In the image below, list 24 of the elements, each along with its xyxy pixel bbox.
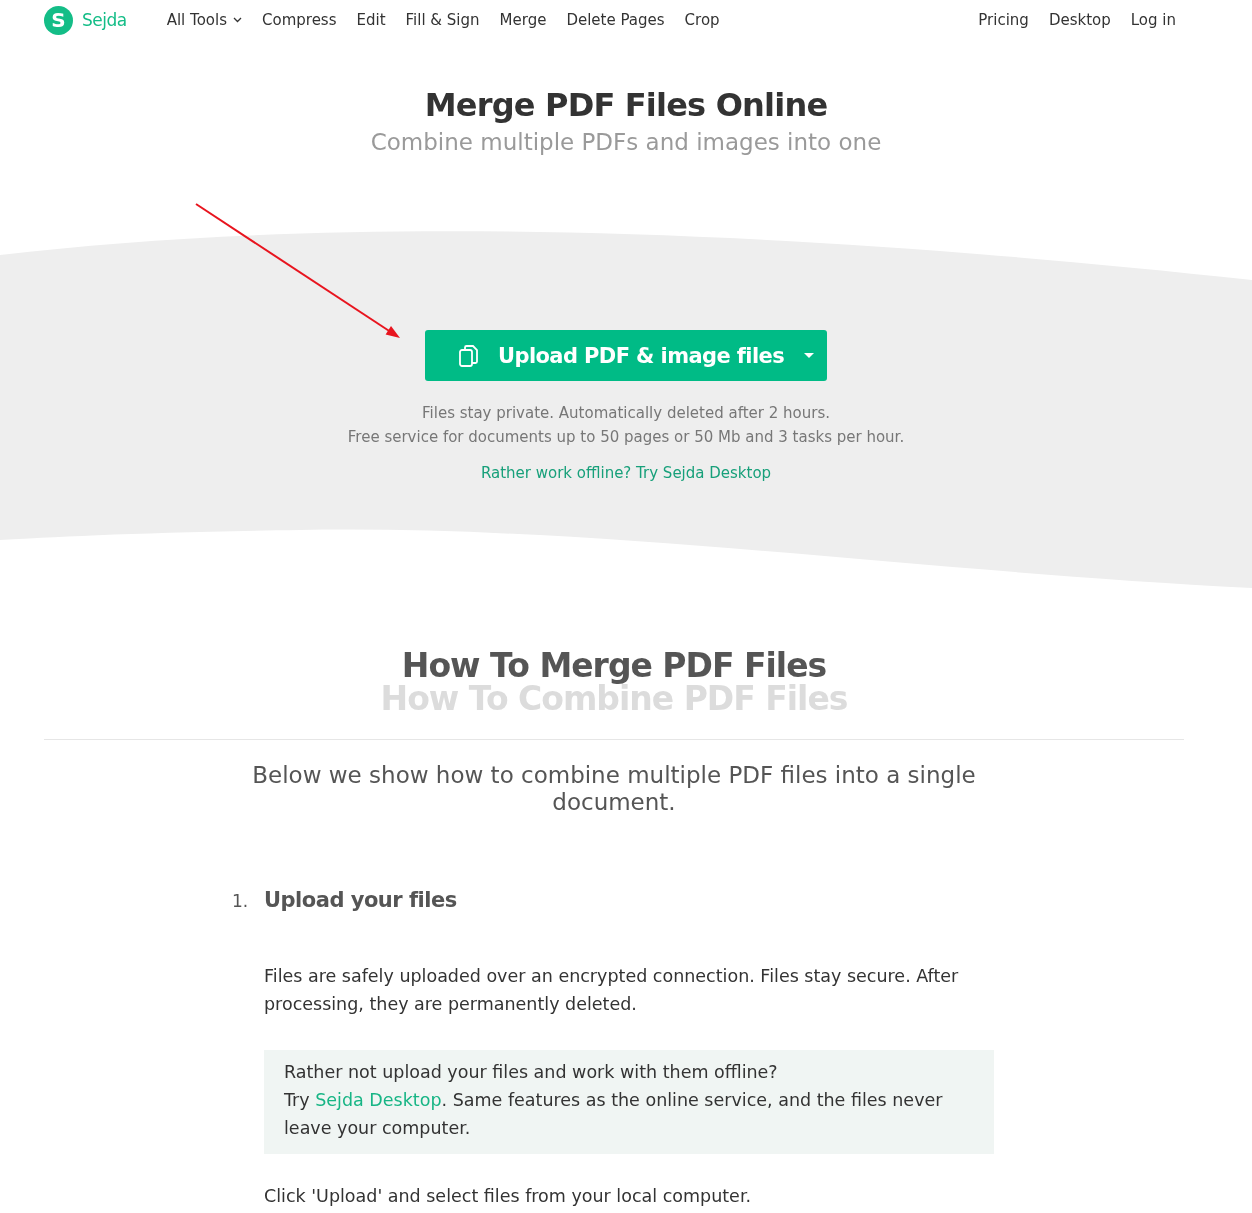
nav-link[interactable]: Pricing xyxy=(978,11,1029,29)
step-text: Files are safely uploaded over an encrypted connection. Files stay secure. After processing, they are permanently deleted. xyxy=(264,965,960,1016)
note-question: Rather not upload your files and work with them offline? xyxy=(284,1061,779,1084)
page-title: Merge PDF Files Online xyxy=(424,85,828,125)
copy-icon xyxy=(458,343,480,368)
nav-link[interactable]: Delete Pages xyxy=(566,11,665,29)
info-text: Free service for documents up to 50 pages or 50 Mb and 3 tasks per hour. xyxy=(347,427,905,448)
step-number: 1. xyxy=(232,891,250,911)
page-subtitle: Combine multiple PDFs and images into one xyxy=(370,128,882,157)
section-title: How To Merge PDF Files xyxy=(401,648,827,684)
nav-link[interactable]: Edit xyxy=(356,11,386,29)
nav-link[interactable]: Log in xyxy=(1130,11,1176,29)
nav-link[interactable]: All Tools xyxy=(166,11,242,29)
nav-link[interactable]: Crop xyxy=(684,11,720,29)
step-title: Upload your files xyxy=(264,888,457,912)
nav-link[interactable]: Compress xyxy=(262,11,337,29)
info-text: Files stay private. Automatically deleted after 2 hours. xyxy=(421,403,831,424)
nav-link[interactable]: Fill & Sign xyxy=(405,11,480,29)
nav-link[interactable]: Merge xyxy=(499,11,547,29)
note-text: Try Sejda Desktop. Same features as the online service, and the files never leave your computer. xyxy=(284,1089,944,1140)
nav-link[interactable]: Desktop xyxy=(1048,11,1111,29)
caret-icon xyxy=(803,352,815,359)
intro-text: Below we show how to combine multiple PDF files into a single document. xyxy=(251,762,977,816)
step-text: Click 'Upload' and select files from your local computer. xyxy=(264,1185,753,1208)
